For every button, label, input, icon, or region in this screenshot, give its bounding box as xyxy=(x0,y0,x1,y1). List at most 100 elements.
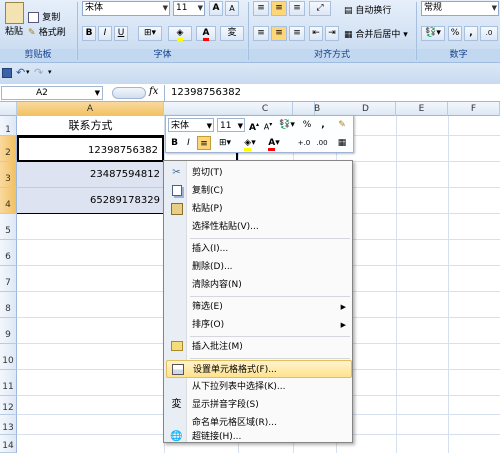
italic-button[interactable]: I xyxy=(98,26,112,41)
formula-input[interactable]: 12398756382 xyxy=(164,85,500,101)
cell-a1[interactable]: 联系方式 xyxy=(17,116,164,136)
redo-icon[interactable]: ↷ xyxy=(34,66,43,79)
mini-borders-button[interactable]: ⊞▾ xyxy=(214,136,236,150)
row-header-10[interactable]: 10 xyxy=(0,344,17,370)
insert-function-button[interactable]: fx xyxy=(149,86,158,97)
percent-button[interactable]: % xyxy=(448,26,462,41)
paste-button[interactable]: 粘贴 xyxy=(2,2,26,46)
comma-button[interactable]: , xyxy=(464,26,478,41)
column-header-d[interactable]: D xyxy=(336,102,396,116)
underline-button[interactable]: U xyxy=(114,26,128,41)
row-header-12[interactable]: 12 xyxy=(0,396,17,415)
menu-item-filter[interactable]: 筛选(E) ▶ xyxy=(166,298,352,316)
row-header-8[interactable]: 8 xyxy=(0,292,17,318)
format-painter-button[interactable]: ✎ 格式刷 xyxy=(28,25,74,38)
copy-button[interactable]: 复制 xyxy=(28,10,74,23)
mini-font-combo[interactable]: 宋体 ▼ xyxy=(168,118,214,132)
menu-item-format-cells[interactable]: 设置单元格格式(F)... xyxy=(166,360,352,378)
align-top-button[interactable]: ≡ xyxy=(253,1,269,16)
row-header-6[interactable]: 6 xyxy=(0,240,17,266)
font-color-button[interactable]: A xyxy=(196,26,216,41)
increase-indent-button[interactable]: ⇥ xyxy=(325,26,339,41)
row-header-9[interactable]: 9 xyxy=(0,318,17,344)
row-header-13[interactable]: 13 xyxy=(0,415,17,435)
name-box[interactable]: A2 ▼ xyxy=(1,86,103,100)
mini-shrink-font-button[interactable]: A▾ xyxy=(262,118,274,132)
menu-item-sort[interactable]: 排序(O) ▶ xyxy=(166,316,352,334)
customize-qat-icon[interactable]: ▾ xyxy=(48,68,52,76)
increase-decimal-button[interactable]: .0 xyxy=(480,26,498,41)
phonetic-button[interactable]: 変 xyxy=(220,26,244,41)
currency-button[interactable]: 💱▾ xyxy=(421,26,445,41)
paste-icon xyxy=(170,203,183,215)
column-header-f[interactable]: F xyxy=(448,102,500,116)
align-right-button[interactable]: ≡ xyxy=(289,26,305,41)
menu-item-define-name[interactable]: 命名单元格区域(R)... xyxy=(166,414,352,432)
menu-item-pick-from-list[interactable]: 从下拉列表中选择(K)... xyxy=(166,378,352,396)
fill-color-button[interactable]: ◈ xyxy=(168,26,192,41)
align-middle-button[interactable]: ≡ xyxy=(271,1,287,16)
undo-dropdown-icon[interactable]: ▾ xyxy=(26,68,30,76)
menu-item-paste-special[interactable]: 选择性粘贴(V)... xyxy=(166,218,352,236)
mini-fill-color-button[interactable]: ◈▾ xyxy=(239,136,261,151)
menu-item-delete[interactable]: 删除(D)... xyxy=(166,258,352,276)
name-box-dropdown-icon[interactable]: ▼ xyxy=(95,87,100,99)
row-header-5[interactable]: 5 xyxy=(0,214,17,240)
formula-bar-splitter[interactable] xyxy=(112,87,146,99)
cell-a2[interactable]: 12398756382 xyxy=(17,136,164,162)
row-header-7[interactable]: 7 xyxy=(0,266,17,292)
cell-a3[interactable]: 23487594812 xyxy=(17,162,164,188)
bold-button[interactable]: B xyxy=(82,26,96,41)
row-header-14[interactable]: 14 xyxy=(0,435,17,453)
decrease-indent-button[interactable]: ⇤ xyxy=(309,26,323,41)
menu-item-insert-comment[interactable]: 插入批注(M) xyxy=(166,338,352,356)
mini-merge-button[interactable]: ▦ xyxy=(334,136,350,150)
font-name-combo[interactable]: 宋体 ▼ xyxy=(82,1,170,16)
mini-size-combo[interactable]: 11 ▼ xyxy=(217,118,245,132)
column-header-a[interactable]: A xyxy=(17,102,164,116)
align-left-button[interactable]: ≡ xyxy=(253,26,269,41)
menu-item-cut[interactable]: ✂ 剪切(T) xyxy=(166,164,352,182)
row-header-3[interactable]: 3 xyxy=(0,162,17,188)
menu-item-hyperlink[interactable]: 🌐 超链接(H)... xyxy=(166,431,352,442)
column-header-e[interactable]: E xyxy=(396,102,448,116)
mini-format-painter-button[interactable]: ✎ xyxy=(334,118,350,132)
brush-icon: ✎ xyxy=(28,28,36,38)
mini-bold-button[interactable]: B xyxy=(168,136,181,150)
grow-font-button[interactable]: A xyxy=(209,1,223,16)
mini-center-button[interactable]: ≡ xyxy=(197,136,211,150)
undo-icon[interactable]: ↶ xyxy=(16,66,25,79)
mini-decrease-decimal-button[interactable]: .00 xyxy=(314,136,330,150)
menu-item-insert[interactable]: 插入(I)... xyxy=(166,240,352,258)
mini-comma-button[interactable]: , xyxy=(316,118,330,132)
row-header-4[interactable]: 4 xyxy=(0,188,17,214)
align-center-button[interactable]: ≡ xyxy=(271,26,287,41)
row-header-11[interactable]: 11 xyxy=(0,370,17,396)
column-header-c[interactable]: C xyxy=(238,102,293,116)
mini-grow-font-button[interactable]: A▴ xyxy=(248,118,260,133)
mini-italic-button[interactable]: I xyxy=(182,136,195,150)
orientation-button[interactable]: ⤢ xyxy=(309,1,331,16)
borders-button[interactable]: ⊞▾ xyxy=(138,26,162,41)
save-icon[interactable] xyxy=(2,68,12,78)
shrink-font-button[interactable]: A xyxy=(225,1,239,16)
align-bottom-icon: ≡ xyxy=(293,3,301,13)
menu-item-copy[interactable]: 复制(C) xyxy=(166,182,352,200)
row-header-1[interactable]: 1 xyxy=(0,116,17,136)
mini-increase-decimal-button[interactable]: +.0 xyxy=(296,136,312,150)
number-format-combo[interactable]: 常规 ▼ xyxy=(421,1,499,16)
menu-item-paste[interactable]: 粘贴(P) xyxy=(166,200,352,218)
row-header-2[interactable]: 2 xyxy=(0,136,17,162)
align-bottom-button[interactable]: ≡ xyxy=(289,1,305,16)
mini-currency-button[interactable]: 💱▾ xyxy=(278,118,296,132)
menu-item-clear-contents[interactable]: 清除内容(N) xyxy=(166,276,352,294)
menu-item-show-phonetic[interactable]: 変 显示拼音字段(S) xyxy=(166,396,352,414)
mini-font-color-button[interactable]: A▾ xyxy=(264,136,284,151)
cell-a4[interactable]: 65289178329 xyxy=(17,188,164,214)
select-all-corner[interactable] xyxy=(0,102,17,116)
wrap-text-button[interactable]: ▤ 自动换行 xyxy=(344,3,414,16)
merge-center-button[interactable]: ▦ 合并后居中 ▾ xyxy=(344,27,416,40)
mini-center-icon: ≡ xyxy=(200,139,208,149)
font-size-combo[interactable]: 11 ▼ xyxy=(173,1,205,16)
mini-percent-button[interactable]: % xyxy=(300,118,314,132)
